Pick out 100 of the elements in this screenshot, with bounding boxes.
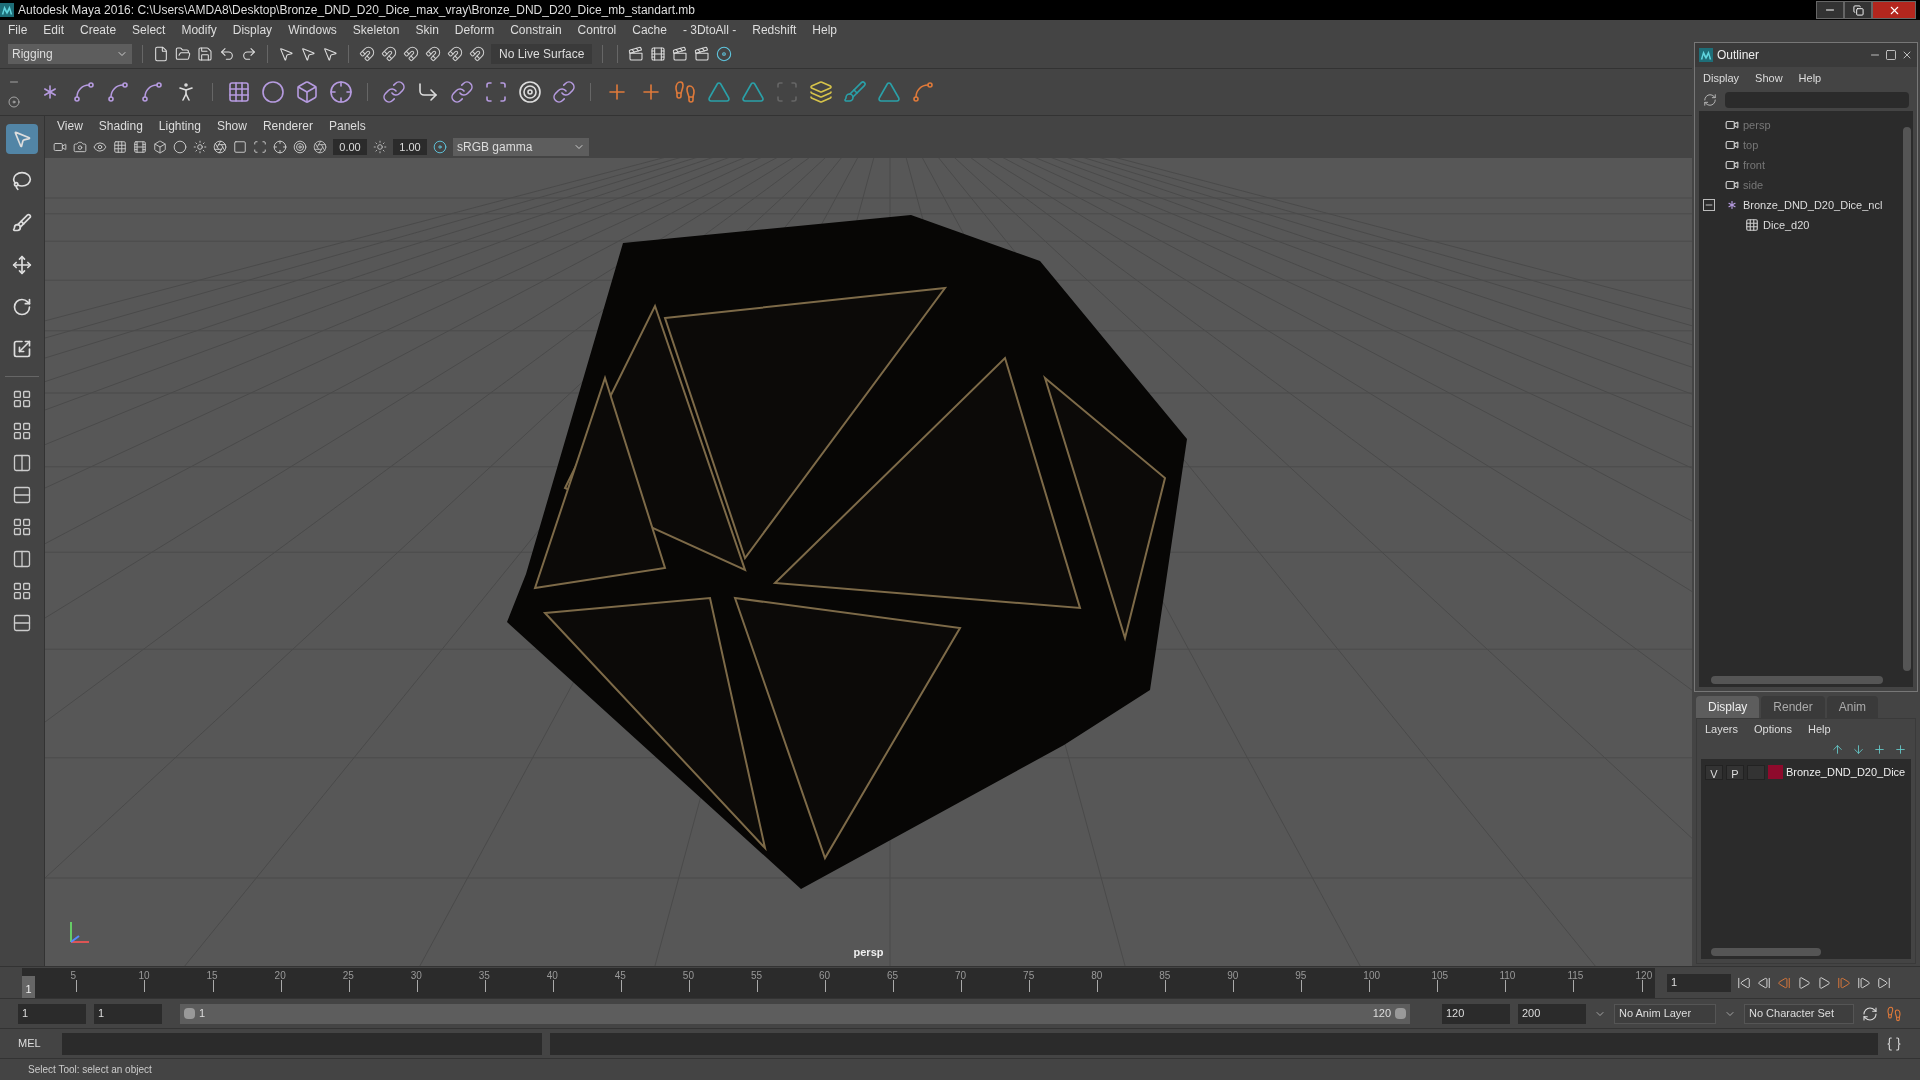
gamma-field[interactable]: 1.00 bbox=[393, 139, 427, 155]
parent-constraint-icon[interactable] bbox=[382, 80, 406, 104]
step-back-icon[interactable] bbox=[1757, 975, 1771, 990]
range-handle-icon[interactable] bbox=[184, 1008, 195, 1019]
snap-to-surface-icon[interactable] bbox=[425, 46, 441, 62]
anim-layer-dropdown[interactable]: No Anim Layer bbox=[1614, 1003, 1716, 1024]
command-language-label[interactable]: MEL bbox=[18, 1035, 54, 1052]
restore-button[interactable] bbox=[1844, 1, 1872, 19]
add-to-layer-icon[interactable] bbox=[1894, 742, 1907, 756]
layout-icon[interactable] bbox=[12, 517, 32, 537]
viewport-toggle-icon[interactable] bbox=[293, 140, 307, 154]
close-icon[interactable] bbox=[1901, 49, 1913, 61]
step-forward-icon[interactable] bbox=[1857, 975, 1871, 990]
snap-to-grid-icon[interactable] bbox=[359, 46, 375, 62]
folder-icon[interactable] bbox=[175, 46, 191, 62]
snap-to-curve-icon[interactable] bbox=[381, 46, 397, 62]
layout-icon[interactable] bbox=[12, 581, 32, 601]
step-back-key-icon[interactable] bbox=[1777, 975, 1791, 990]
scale-constraint-icon[interactable] bbox=[484, 80, 508, 104]
panel-menu-item[interactable]: Renderer bbox=[262, 117, 313, 135]
menu-item[interactable]: Deform bbox=[454, 21, 495, 39]
color-space-dropdown[interactable]: sRGB gamma bbox=[453, 138, 589, 156]
menu-item[interactable]: - 3DtoAll - bbox=[682, 21, 737, 39]
outliner-item[interactable]: Bronze_DND_D20_Dice_ncl bbox=[1743, 196, 1883, 214]
range-slider[interactable]: 1 120 bbox=[180, 1003, 1410, 1024]
viewport-toggle-icon[interactable] bbox=[53, 140, 67, 154]
menu-item[interactable]: Windows bbox=[288, 21, 337, 39]
viewport-toggle-icon[interactable] bbox=[173, 140, 187, 154]
menu-item[interactable]: Select bbox=[132, 21, 166, 39]
menu-item[interactable]: Skeleton bbox=[352, 21, 400, 39]
save-icon[interactable] bbox=[197, 46, 213, 62]
start-time-field[interactable]: 1 bbox=[18, 1003, 86, 1024]
refresh-icon[interactable] bbox=[1703, 93, 1717, 107]
layers-icon[interactable] bbox=[809, 80, 833, 104]
play-backwards-icon[interactable] bbox=[1797, 975, 1811, 990]
command-result-field[interactable] bbox=[550, 1032, 1878, 1055]
gamma-icon[interactable] bbox=[373, 140, 387, 154]
select-by-component-icon[interactable] bbox=[322, 46, 338, 62]
undo-icon[interactable] bbox=[219, 46, 235, 62]
render-settings-icon[interactable] bbox=[694, 46, 711, 62]
panel-menu-item[interactable]: Show bbox=[216, 117, 247, 135]
viewport-toggle-icon[interactable] bbox=[133, 140, 147, 154]
menu-item[interactable]: Redshift bbox=[752, 21, 797, 39]
menu-item[interactable]: Skin bbox=[415, 21, 439, 39]
layer-name[interactable]: Bronze_DND_D20_Dice bbox=[1786, 763, 1906, 781]
cluster-icon[interactable] bbox=[329, 80, 353, 104]
exposure-field[interactable]: 0.00 bbox=[333, 139, 367, 155]
menu-item[interactable]: Help bbox=[812, 21, 837, 39]
menu-set-dropdown[interactable]: Rigging bbox=[8, 44, 132, 64]
lattice-icon[interactable] bbox=[227, 80, 251, 104]
wire-icon[interactable] bbox=[911, 80, 935, 104]
menu-item[interactable]: Modify bbox=[181, 21, 217, 39]
viewport-toggle-icon[interactable] bbox=[73, 140, 87, 154]
layout-icon[interactable] bbox=[12, 453, 32, 473]
layer-menu-item[interactable]: Help bbox=[1807, 720, 1831, 738]
layer-tab[interactable]: Display bbox=[1696, 696, 1760, 718]
panel-menu-item[interactable]: Shading bbox=[98, 117, 143, 135]
viewport-toggle-icon[interactable] bbox=[213, 140, 227, 154]
outliner-menu-item[interactable]: Help bbox=[1798, 69, 1822, 87]
viewport-toggle-icon[interactable] bbox=[253, 140, 267, 154]
spline-ik-icon[interactable] bbox=[140, 80, 164, 104]
layer-tab[interactable]: Anim bbox=[1826, 696, 1879, 718]
new-layer-icon[interactable] bbox=[1873, 742, 1886, 756]
outliner-item[interactable]: Dice_d20 bbox=[1763, 216, 1810, 234]
layer-tab[interactable]: Render bbox=[1761, 696, 1825, 718]
close-button[interactable] bbox=[1872, 1, 1916, 19]
character-set-dropdown[interactable]: No Character Set bbox=[1744, 1003, 1854, 1024]
layout-icon[interactable] bbox=[12, 485, 32, 505]
viewport-toggle-icon[interactable] bbox=[193, 140, 207, 154]
viewport-toggle-icon[interactable] bbox=[113, 140, 127, 154]
panel-menu-item[interactable]: Lighting bbox=[158, 117, 201, 135]
layout-icon[interactable] bbox=[12, 389, 32, 409]
sphere-icon[interactable] bbox=[261, 80, 285, 104]
auto-key-icon[interactable] bbox=[1862, 1005, 1878, 1022]
menu-item[interactable]: Control bbox=[577, 21, 617, 39]
time-slider[interactable]: 5 10 15 20 25 30 35 40 45 50 55 60 65 70 75 80 85 90 95 100 105 110 115 120 1 bbox=[22, 967, 1655, 998]
end-time-field[interactable]: 200 bbox=[1518, 1003, 1586, 1024]
joint-chain-icon[interactable] bbox=[72, 80, 96, 104]
step-forward-key-icon[interactable] bbox=[1837, 975, 1851, 990]
move-layer-up-icon[interactable] bbox=[1831, 742, 1844, 756]
playback-start-field[interactable]: 1 bbox=[94, 1003, 162, 1024]
panel-menu-item[interactable]: Panels bbox=[328, 117, 366, 135]
ipr-render-icon[interactable] bbox=[672, 46, 689, 62]
pole-vector-icon[interactable] bbox=[552, 80, 576, 104]
magnet-icon[interactable] bbox=[469, 46, 485, 62]
redo-icon[interactable] bbox=[241, 46, 257, 62]
orient-constraint-icon[interactable] bbox=[450, 80, 474, 104]
color-management-icon[interactable] bbox=[433, 140, 447, 154]
go-to-end-icon[interactable] bbox=[1877, 975, 1891, 990]
menu-item[interactable]: Constrain bbox=[510, 21, 562, 39]
menu-item[interactable]: Edit bbox=[43, 21, 65, 39]
viewport-toggle-icon[interactable] bbox=[93, 140, 107, 154]
viewport-toggle-icon[interactable] bbox=[233, 140, 247, 154]
aim-constraint-icon[interactable] bbox=[518, 80, 542, 104]
move-layer-down-icon[interactable] bbox=[1852, 742, 1865, 756]
visibility-toggle[interactable]: V bbox=[1705, 764, 1723, 780]
ik-handle-icon[interactable] bbox=[106, 80, 130, 104]
menu-item[interactable]: Create bbox=[80, 21, 117, 39]
brush-icon[interactable] bbox=[843, 80, 867, 104]
snap-to-view-icon[interactable] bbox=[447, 46, 463, 62]
